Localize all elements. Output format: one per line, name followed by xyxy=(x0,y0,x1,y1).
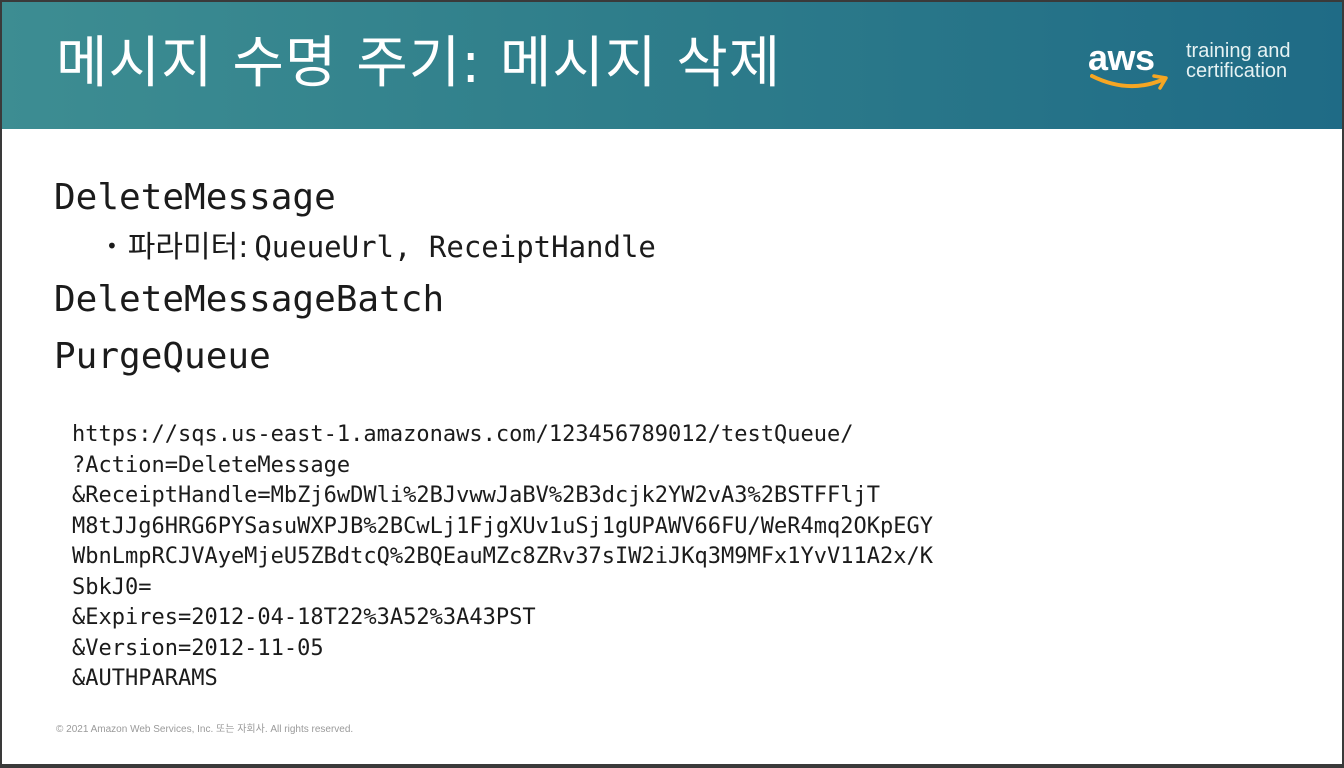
code-line: https://sqs.us-east-1.amazonaws.com/1234… xyxy=(72,422,854,447)
logo-caption-line2: certification xyxy=(1186,60,1288,82)
aws-smile-icon xyxy=(1090,74,1168,90)
aws-training-logo: aws training and certification xyxy=(1088,38,1318,100)
code-line: ?Action=DeleteMessage xyxy=(72,452,351,478)
code-line: &ReceiptHandle=MbZj6wDWli%2BJvwwJaBV%2B3… xyxy=(72,483,880,508)
item-purge-queue: PurgeQueue xyxy=(54,336,271,377)
code-line: &Expires=2012-04-18T22%3A52%3A43PST xyxy=(72,605,536,630)
code-line: &AUTHPARAMS xyxy=(72,666,218,691)
code-line: WbnLmpRCJVAyeMjeU5ZBdtcQ%2BQEauMZc8ZRv37… xyxy=(72,544,933,569)
copyright-footer: © 2021 Amazon Web Services, Inc. 또는 자회사.… xyxy=(56,724,354,735)
code-line: SbkJ0= xyxy=(72,574,152,600)
bullet-dot-icon: • xyxy=(106,234,118,258)
request-example: https://sqs.us-east-1.amazonaws.com/1234… xyxy=(72,420,933,695)
parameters-values: QueueUrl, ReceiptHandle xyxy=(254,230,656,264)
slide-title: 메시지 수명 주기: 메시지 삭제 xyxy=(56,31,782,96)
logo-caption: training and certification xyxy=(1186,41,1291,81)
code-line: &Version=2012-11-05 xyxy=(72,635,324,661)
item-delete-message: DeleteMessage xyxy=(54,177,336,218)
parameters-bullet: • 파라미터: QueueUrl, ReceiptHandle xyxy=(106,226,656,272)
logo-caption-line1: training and xyxy=(1186,40,1291,62)
parameters-label: 파라미터: xyxy=(127,230,249,265)
item-delete-message-batch: DeleteMessageBatch xyxy=(54,279,445,320)
code-line: M8tJJg6HRG6PYSasuWXPJB%2BCwLj1FjgXUv1uSj… xyxy=(72,513,933,539)
slide-header: 메시지 수명 주기: 메시지 삭제 aws training and certi… xyxy=(2,2,1342,129)
slide: 메시지 수명 주기: 메시지 삭제 aws training and certi… xyxy=(2,2,1342,764)
